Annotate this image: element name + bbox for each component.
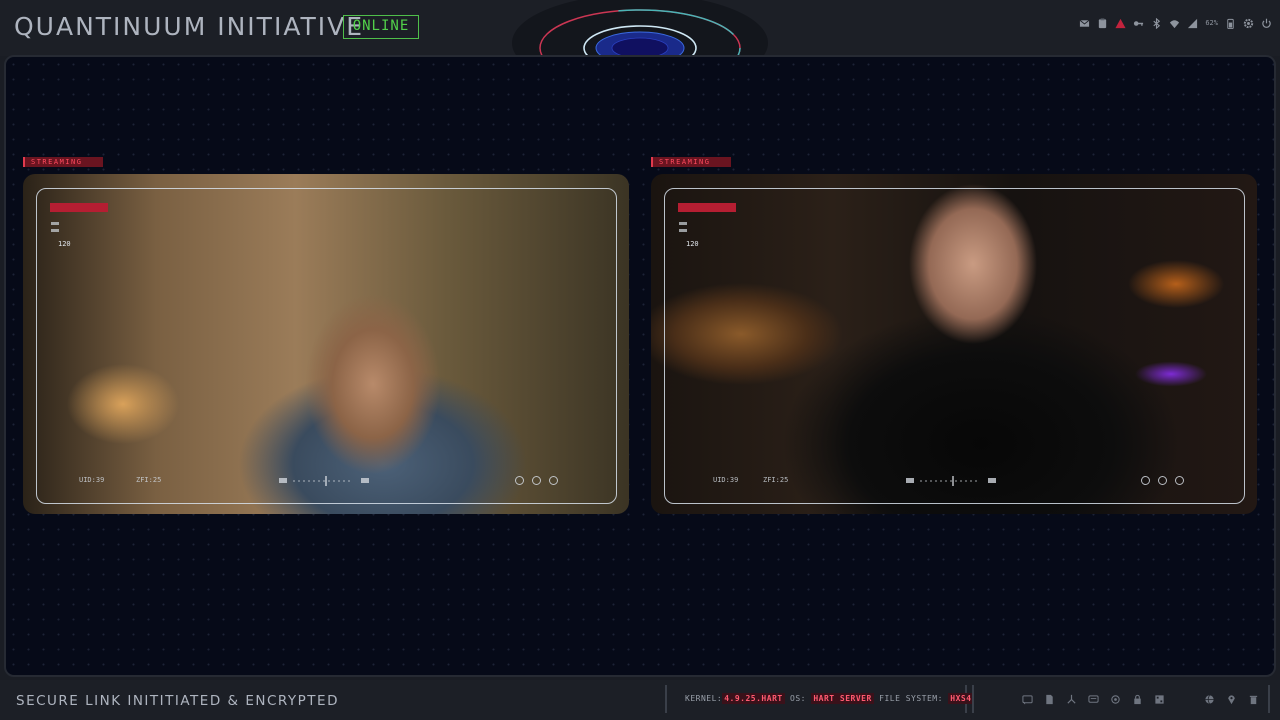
network-icon[interactable]: [1066, 694, 1077, 705]
os-value: HART SERVER: [811, 693, 874, 704]
file-system-value: HXS4: [948, 693, 974, 704]
battery-percent: 62%: [1205, 19, 1218, 27]
feed-controls: [515, 476, 558, 485]
os-label: OS:: [790, 694, 806, 703]
clipboard-icon[interactable]: [1097, 17, 1108, 29]
mail-icon[interactable]: [1079, 18, 1090, 29]
system-info-panel: KERNEL: 4.9.25.HART OS: HART SERVER FILE …: [665, 685, 974, 713]
signal-icon[interactable]: [1187, 18, 1198, 29]
recording-indicator: [678, 203, 736, 212]
uid-readout: UID:39: [79, 476, 105, 484]
settings-icon[interactable]: [1243, 18, 1254, 29]
key-icon[interactable]: [1133, 18, 1144, 29]
system-tray: 62%: [1079, 14, 1272, 32]
zfi-readout: ZFI:25: [136, 476, 162, 484]
top-bar: QUANTINUUM INITIATIVE ONLINE 62%: [0, 0, 1280, 92]
cast-icon[interactable]: [1022, 694, 1033, 705]
target-icon[interactable]: [1110, 694, 1121, 705]
aperture-icon[interactable]: [532, 476, 541, 485]
exposure-scale: [906, 475, 998, 487]
file-system-label: FILE SYSTEM:: [879, 694, 943, 703]
exposure-scale: [279, 475, 371, 487]
focus-icon[interactable]: [515, 476, 524, 485]
globe-icon[interactable]: [1204, 694, 1215, 705]
bottom-tray: [972, 685, 1270, 713]
focus-icon[interactable]: [1141, 476, 1150, 485]
aperture-icon[interactable]: [1158, 476, 1167, 485]
connection-status-text: SECURE LINK INITITIATED & ENCRYPTED: [16, 693, 339, 709]
battery-icon[interactable]: [1225, 18, 1236, 29]
side-value: 120: [686, 240, 699, 248]
side-value: 120: [58, 240, 71, 248]
viewfinder-frame: [664, 188, 1245, 504]
zfi-readout: ZFI:25: [763, 476, 789, 484]
alert-icon[interactable]: [1115, 18, 1126, 29]
system-info-row: KERNEL: 4.9.25.HART OS: HART SERVER FILE …: [685, 693, 974, 704]
record-icon[interactable]: [549, 476, 558, 485]
recording-indicator: [50, 203, 108, 212]
chat-icon[interactable]: [1088, 694, 1099, 705]
trash-icon[interactable]: [1248, 694, 1259, 705]
location-icon[interactable]: [1226, 694, 1237, 705]
bluetooth-icon[interactable]: [1151, 17, 1162, 29]
grid-icon[interactable]: [1154, 694, 1165, 705]
wifi-icon[interactable]: [1169, 18, 1180, 29]
video-feed-left[interactable]: 120 UID:39 ZFI:25: [23, 174, 629, 514]
bottom-bar: SECURE LINK INITITIATED & ENCRYPTED KERN…: [0, 680, 1280, 720]
streaming-label: STREAMING: [659, 158, 711, 166]
kernel-value: 4.9.25.HART: [722, 693, 785, 704]
app-title: QUANTINUUM INITIATIVE: [14, 12, 365, 41]
streaming-label: STREAMING: [31, 158, 83, 166]
viewfinder-frame: [36, 188, 617, 504]
document-icon[interactable]: [1044, 694, 1055, 705]
uid-readout: UID:39: [713, 476, 739, 484]
power-icon[interactable]: [1261, 18, 1272, 29]
streaming-tag-right: STREAMING: [651, 157, 731, 167]
lock-icon[interactable]: [1132, 694, 1143, 705]
streaming-tag-left: STREAMING: [23, 157, 103, 167]
kernel-label: KERNEL:: [685, 694, 723, 703]
video-feed-right[interactable]: 120 UID:39 ZFI:25: [651, 174, 1257, 514]
record-icon[interactable]: [1175, 476, 1184, 485]
online-status-badge: ONLINE: [343, 15, 419, 39]
feed-controls: [1141, 476, 1184, 485]
